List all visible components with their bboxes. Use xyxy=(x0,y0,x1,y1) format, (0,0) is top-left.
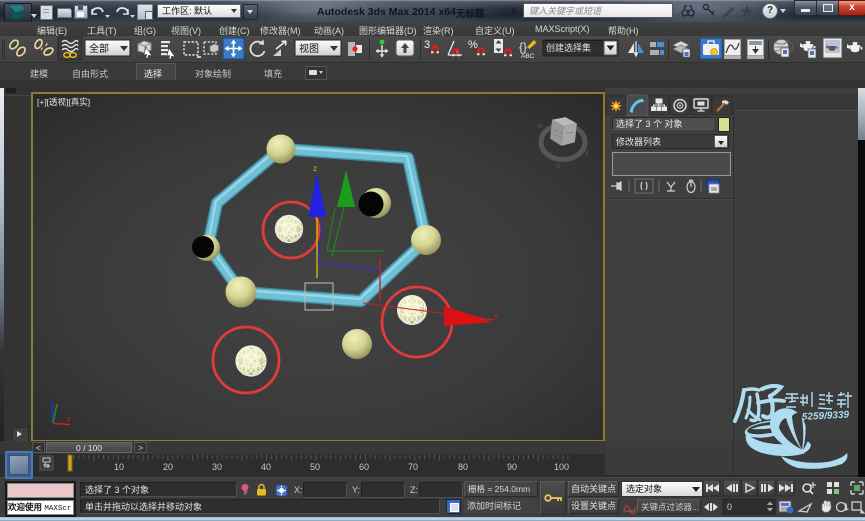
svg-text:3: 3 xyxy=(424,39,430,51)
svg-text:60: 60 xyxy=(359,462,369,472)
svg-text:20: 20 xyxy=(163,462,173,472)
svg-text:E: E xyxy=(585,151,589,157)
svg-text:10: 10 xyxy=(114,462,124,472)
svg-text:40: 40 xyxy=(261,462,271,472)
svg-text:{}: {} xyxy=(519,40,527,54)
svg-text:x: x xyxy=(67,416,71,423)
svg-text:创建选择集: 创建选择集 xyxy=(546,42,591,53)
svg-text:80: 80 xyxy=(458,462,468,472)
svg-text:x: x xyxy=(494,311,498,320)
svg-text:全部: 全部 xyxy=(89,42,109,55)
svg-text:70: 70 xyxy=(408,462,418,472)
svg-text:%: % xyxy=(468,39,478,51)
svg-text:100: 100 xyxy=(554,462,569,472)
svg-text:ABC: ABC xyxy=(521,53,535,60)
svg-text:[+][透视][真实]: [+][透视][真实] xyxy=(37,97,90,107)
svg-text:W: W xyxy=(537,124,543,130)
svg-text:0: 0 xyxy=(727,502,732,512)
svg-text:z: z xyxy=(313,164,317,173)
svg-text:30: 30 xyxy=(212,462,222,472)
svg-text:50: 50 xyxy=(310,462,320,472)
svg-text:S: S xyxy=(556,164,560,170)
svg-text:z: z xyxy=(49,398,53,405)
svg-text:90: 90 xyxy=(507,462,517,472)
svg-text:视图: 视图 xyxy=(299,42,319,55)
